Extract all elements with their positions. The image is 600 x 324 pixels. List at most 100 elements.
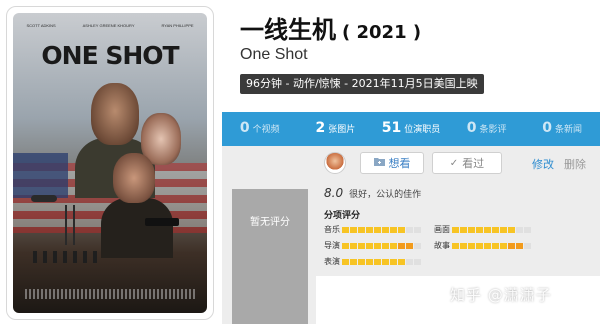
rating-segment [390,226,397,233]
sub-rating-label: 表演 [324,257,340,266]
score-box: 暂无评分 [232,189,308,324]
movie-meta-badge: 96分钟 - 动作/惊悚 - 2021年11月5日美国上映 [240,74,484,94]
rating-segment [460,226,467,233]
sub-rating-story[interactable]: 故事 [434,240,531,251]
rating-segment [366,226,373,233]
rating-segment [524,226,531,233]
sub-rating-visual[interactable]: 画面 [434,224,531,235]
rating-segment [460,242,467,249]
movie-poster: SCOTT ADKINS ASHLEY GREENE KHOURY RYAN P… [13,13,207,313]
sub-rating-director[interactable]: 导演 [324,240,421,251]
rating-segment [452,226,459,233]
rating-segment [484,226,491,233]
stat-cast[interactable]: 51 位演职员 [373,112,449,146]
stat-label: 条影评 [479,125,507,135]
stat-label: 条新闻 [555,125,583,135]
check-icon: ✓ [449,157,459,169]
stats-bar: 0 个视频 2 张图片 51 位演职员 0 条影评 0 条新闻 [222,112,600,146]
poster-title: ONE SHOT [41,41,179,70]
stat-images[interactable]: 2 张图片 [298,112,374,146]
user-rating-row: 8.0 很好，公认的佳作 [324,186,421,200]
rating-segment [500,242,507,249]
rating-segment [366,242,373,249]
rating-segment [406,258,413,265]
rating-segment [516,226,523,233]
rating-segment [398,242,405,249]
poster-soldiers [33,251,103,263]
folder-plus-icon [373,157,385,169]
rating-segment [382,242,389,249]
poster-helicopter [31,195,57,202]
rating-segment [398,258,405,265]
movie-title-row: 一线生机 ( 2021 ) [240,10,421,45]
no-score-label: 暂无评分 [250,217,290,228]
flag-canton [13,153,68,198]
rating-segment [414,242,421,249]
poster-actor-name: SCOTT ADKINS [26,23,56,28]
rating-segment [350,258,357,265]
poster-credits-block [25,289,195,299]
stat-number: 0 [239,120,250,136]
stat-number: 2 [315,120,326,136]
movie-original-title: One Shot [240,46,308,63]
rating-segment [350,226,357,233]
poster-figure-body [101,198,173,258]
rating-segment [350,242,357,249]
edit-link[interactable]: 修改 [532,156,554,172]
user-avatar[interactable] [324,152,346,174]
rating-segment [492,226,499,233]
rating-segment [452,242,459,249]
poster-actor-names: SCOTT ADKINS ASHLEY GREENE KHOURY RYAN P… [13,23,207,28]
rating-segment [406,226,413,233]
sub-ratings-title: 分项评分 [324,211,361,221]
rating-segment [374,226,381,233]
stat-number: 51 [381,120,402,136]
stat-reviews[interactable]: 0 条影评 [449,112,525,146]
poster-actor-name: ASHLEY GREENE KHOURY [82,23,135,28]
rating-segment [382,226,389,233]
sub-rating-music[interactable]: 音乐 [324,224,421,235]
rating-bar [342,242,421,249]
rating-bar [342,226,421,233]
rating-segment [500,226,507,233]
stat-label: 张图片 [328,125,356,135]
user-rating-text: 很好，公认的佳作 [349,190,422,200]
sub-rating-label: 画面 [434,225,450,234]
rating-segment [524,242,531,249]
sub-rating-label: 音乐 [324,225,340,234]
rating-segment [468,226,475,233]
movie-poster-frame[interactable]: SCOTT ADKINS ASHLEY GREENE KHOURY RYAN P… [6,6,214,320]
stat-videos[interactable]: 0 个视频 [222,112,298,146]
rating-segment [468,242,475,249]
want-to-watch-button[interactable]: 想看 [360,152,424,174]
poster-face [91,83,139,145]
stat-news[interactable]: 0 条新闻 [524,112,600,146]
rating-segment [398,226,405,233]
rating-segment [358,226,365,233]
rating-segment [374,242,381,249]
rating-bar [452,226,531,233]
rating-segment [406,242,413,249]
rating-segment [414,226,421,233]
watched-button[interactable]: ✓ 看过 [432,152,502,174]
rating-segment [414,258,421,265]
rating-segment [508,226,515,233]
rating-segment [390,242,397,249]
movie-year: ( 2021 ) [342,22,422,43]
rating-segment [516,242,523,249]
sub-rating-acting[interactable]: 表演 [324,256,421,267]
rating-segment [342,242,349,249]
watched-label: 看过 [462,157,485,170]
poster-gun [145,218,179,226]
poster-watchtower [65,205,75,245]
user-rating-score: 8.0 [324,186,344,200]
rating-segment [358,242,365,249]
rating-segment [366,258,373,265]
stat-number: 0 [466,120,477,136]
delete-link[interactable]: 删除 [564,156,586,172]
rating-segment [374,258,381,265]
poster-face [113,153,155,203]
watermark: 知乎 @潇潇子 [450,286,552,304]
stat-number: 0 [542,120,553,136]
rating-segment [358,258,365,265]
